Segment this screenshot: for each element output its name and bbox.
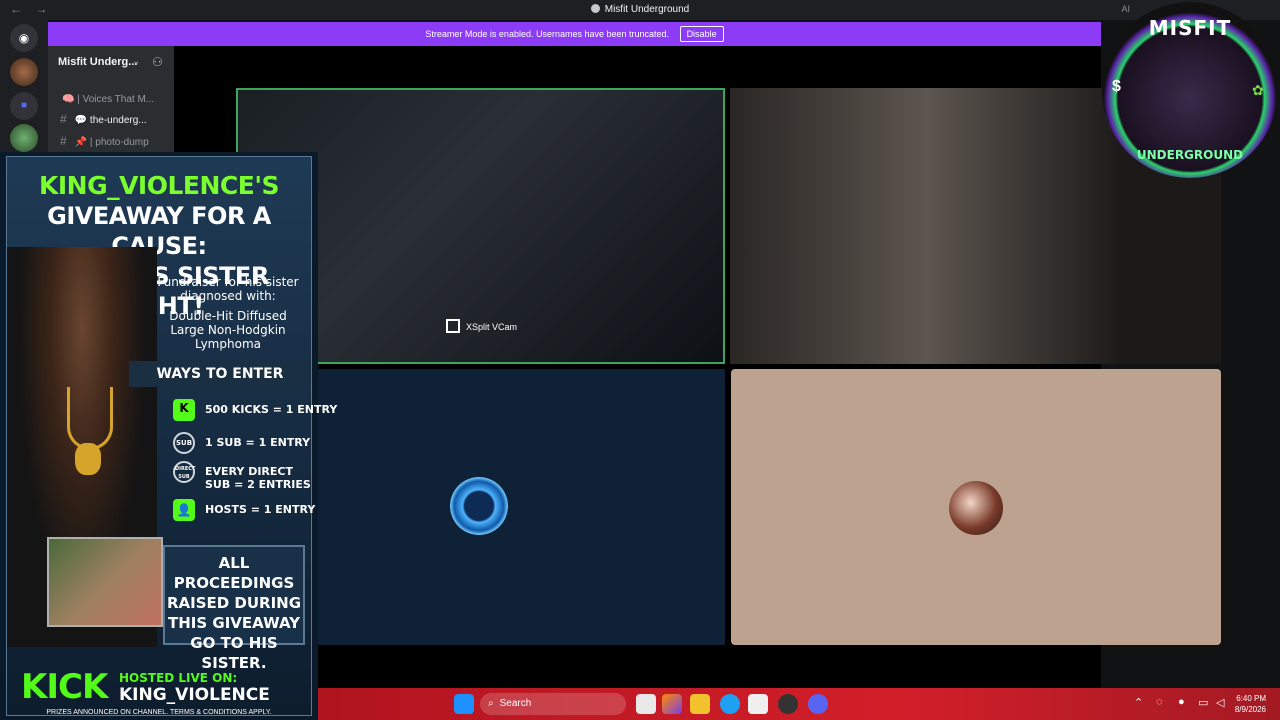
leaf-icon: ✿ [1252, 82, 1264, 98]
person-icon: 👤 [173, 499, 195, 521]
promo-panel: KING_VIOLENCE'S GIVEAWAY FOR A CAUSE: HE… [6, 156, 337, 716]
proceeds-box: ALL PROCEEDINGS RAISED DURING THIS GIVEA… [163, 545, 305, 672]
copilot-icon[interactable] [662, 694, 682, 714]
kick-banner: KICK HOSTED LIVE ON: KING_VIOLENCE [13, 667, 309, 707]
channel-sidebar: Misfit Underg... ⌄ ⚇ 🧠 | Voices That M..… [48, 46, 174, 160]
ai-label[interactable]: AI [1121, 4, 1130, 14]
start-icon[interactable] [454, 694, 474, 714]
entry-text: HOSTS = 1 ENTRY [205, 503, 316, 516]
logo-top-text: MISFIT [1148, 16, 1232, 40]
fundraiser-line1: Fundraiser for his sister diagnosed with… [157, 275, 299, 303]
terms-note: PRIZES ANNOUNCED ON CHANNEL. TERMS & CON… [46, 709, 272, 716]
server-rail: ◉ ■ [0, 20, 48, 160]
brain-icon: 🧠 [62, 94, 75, 105]
user-avatar[interactable] [450, 477, 508, 535]
vcam-watermark: XSplit VCam [446, 319, 517, 333]
fundraiser-text: Fundraiser for his sister diagnosed with… [153, 275, 303, 351]
window-title-text: Misfit Underground [604, 4, 690, 15]
xsplit-icon [446, 319, 460, 333]
server-name[interactable]: Misfit Underg... [58, 56, 137, 68]
misfit-logo: MISFIT $ ✿ UNDERGROUND [1102, 2, 1278, 178]
edge-icon[interactable] [720, 694, 740, 714]
server-icon[interactable] [10, 58, 38, 86]
entry-text: 500 KICKS = 1 ENTRY [205, 403, 338, 416]
window-title: Misfit Underground [0, 4, 1280, 15]
mic-icon[interactable]: ● [1178, 696, 1185, 708]
entry-text: EVERY DIRECT SUB = 2 ENTRIES [205, 465, 311, 491]
hash-icon: # [60, 112, 67, 126]
channel-photo-dump[interactable]: # 📌 | photo-dump [60, 134, 149, 148]
kick-logo: KICK [21, 667, 108, 707]
task-view-icon[interactable] [636, 694, 656, 714]
file-explorer-icon[interactable] [690, 694, 710, 714]
channel-label: | Voices That M... [77, 94, 155, 105]
logo-bottom-text: UNDERGROUND [1136, 148, 1244, 162]
discord-home-icon[interactable]: ◉ [10, 24, 38, 52]
avatar-tile-2[interactable] [731, 369, 1221, 645]
ways-heading: WAYS TO ENTER [129, 361, 311, 387]
invite-icon[interactable]: ⚇ [152, 55, 163, 69]
dollar-icon: $ [1112, 78, 1121, 95]
taskbar: ⌕ Search ⌃ ◌ ● ▭ ◁ 6:40 PM 8/9/2026 [318, 688, 1280, 720]
speaker-icon[interactable]: ◁ [1216, 696, 1224, 709]
chevron-down-icon[interactable]: ⌄ [132, 56, 140, 67]
promo-title-name: KING_VIOLENCE'S [38, 171, 280, 200]
title-bar: ← → Misfit Underground AI [0, 0, 1280, 20]
giveaway-promo: KING_VIOLENCE'S GIVEAWAY FOR A CAUSE: HE… [0, 152, 337, 720]
clock-time: 6:40 PM [1236, 694, 1266, 703]
server-icon-active[interactable] [10, 124, 38, 152]
search-label: Search [499, 698, 532, 709]
network-icon[interactable]: ◌ [1156, 696, 1163, 708]
streamer-mode-banner: Streamer Mode is enabled. Usernames have… [48, 22, 1101, 46]
direct-sub-icon: DIRECT SUB [173, 461, 195, 483]
vcam-label: XSplit VCam [466, 322, 518, 332]
kick-icon: K [173, 399, 195, 421]
fundraiser-line2: Double-Hit Diffused Large Non-Hodgkin Ly… [169, 309, 287, 351]
taskbar-search[interactable]: ⌕ Search [480, 693, 626, 715]
user-avatar[interactable] [949, 481, 1003, 535]
search-icon: ⌕ [488, 698, 494, 709]
system-clock[interactable]: 6:40 PM 8/9/2026 [1235, 693, 1266, 715]
channel-label: the-underg... [89, 115, 147, 126]
discord-icon[interactable] [808, 694, 828, 714]
entry-text: 1 SUB = 1 ENTRY [205, 436, 311, 449]
lion-pendant-graphic [75, 443, 101, 475]
store-icon[interactable] [748, 694, 768, 714]
channel-the-underground[interactable]: # 💬 the-underg... [60, 112, 147, 126]
hosted-name: KING_VIOLENCE [119, 685, 270, 705]
channel-label: | photo-dump [89, 137, 149, 148]
hash-icon: # [60, 134, 67, 148]
banner-text: Streamer Mode is enabled. Usernames have… [425, 29, 670, 39]
folder-icon[interactable]: ■ [10, 92, 38, 120]
pin-icon: 📌 [74, 137, 88, 148]
obs-icon[interactable] [778, 694, 798, 714]
family-photo [47, 537, 163, 627]
speech-icon: 💬 [74, 115, 88, 126]
chevron-up-icon[interactable]: ⌃ [1134, 696, 1143, 709]
display-icon[interactable]: ▭ [1198, 696, 1208, 709]
channel-voices[interactable]: 🧠 | Voices That M... [62, 94, 154, 105]
disable-button[interactable]: Disable [679, 26, 724, 42]
hosted-label: HOSTED LIVE ON: [119, 671, 238, 685]
sub-icon: SUB [173, 432, 195, 454]
app-icon [590, 4, 600, 13]
chain-graphic [67, 387, 113, 450]
clock-date: 8/9/2026 [1234, 705, 1266, 714]
